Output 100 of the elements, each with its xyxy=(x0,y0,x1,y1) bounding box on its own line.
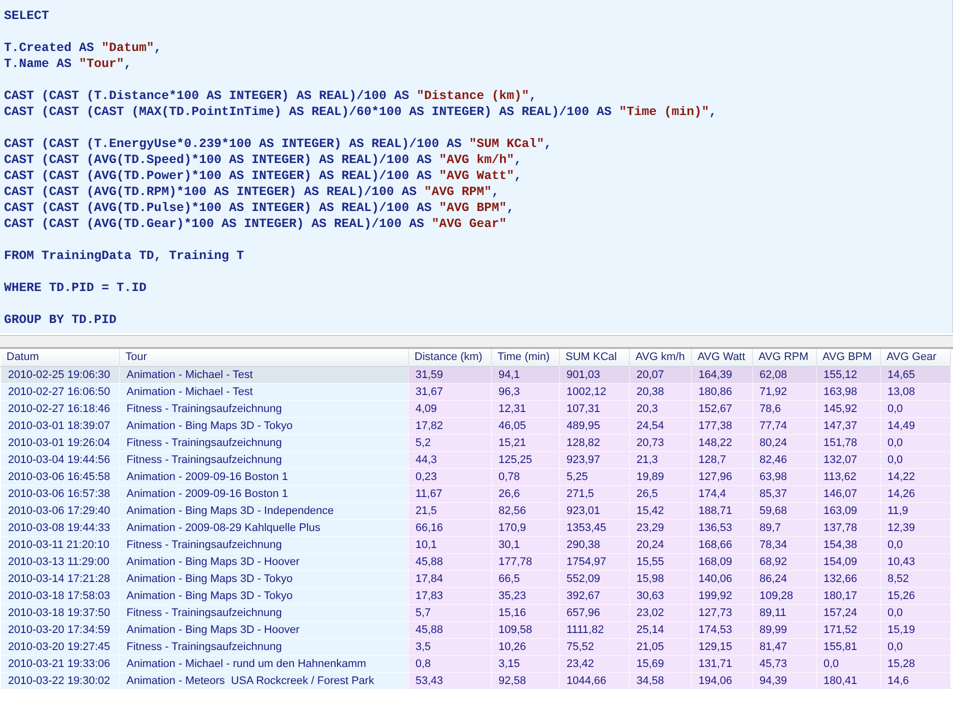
table-cell: 168,09 xyxy=(691,553,752,570)
table-cell: Animation - Bing Maps 3D - Tokyo xyxy=(119,570,408,587)
sql-editor[interactable] xyxy=(0,0,953,333)
column-header[interactable]: Time (min) xyxy=(491,349,559,366)
column-header[interactable]: Tour xyxy=(119,349,408,366)
table-cell: Animation - Michael - Test xyxy=(119,383,408,400)
table-cell: 5,7 xyxy=(408,604,491,621)
table-cell: 2010-03-11 21:20:10 xyxy=(0,536,119,553)
table-cell: Fitness - Trainingsaufzeichnung xyxy=(119,451,408,468)
table-cell: 19,89 xyxy=(629,468,691,485)
table-cell: 17,82 xyxy=(408,417,491,434)
table-cell: 82,46 xyxy=(752,451,816,468)
table-cell: 11,67 xyxy=(408,485,491,502)
table-cell: 21,5 xyxy=(408,502,491,519)
table-cell: 78,6 xyxy=(752,400,816,417)
table-cell: 2010-03-01 19:26:04 xyxy=(0,434,119,451)
table-cell: 14,65 xyxy=(880,366,950,383)
table-cell: 14,22 xyxy=(880,468,950,485)
table-cell: 163,98 xyxy=(816,383,880,400)
code-line: WHERE TD.PID = T.ID xyxy=(4,280,147,296)
table-cell: 155,12 xyxy=(816,366,880,383)
column-header[interactable]: AVG km/h xyxy=(629,349,691,366)
column-header[interactable]: Distance (km) xyxy=(408,349,491,366)
table-cell: 13,08 xyxy=(880,383,950,400)
table-cell: 0,0 xyxy=(880,638,950,655)
table-cell: 66,16 xyxy=(408,519,491,536)
table-cell: 77,74 xyxy=(752,417,816,434)
table-cell: 1111,82 xyxy=(559,621,629,638)
table-cell: 2010-03-01 18:39:07 xyxy=(0,417,119,434)
table-cell: Animation - Bing Maps 3D - Independence xyxy=(119,502,408,519)
table-cell: 2010-03-14 17:21:28 xyxy=(0,570,119,587)
table-cell: 4,09 xyxy=(408,400,491,417)
table-cell: 62,08 xyxy=(752,366,816,383)
column-header[interactable]: AVG Watt xyxy=(691,349,752,366)
table-cell: 80,24 xyxy=(752,434,816,451)
table-cell: 10,26 xyxy=(491,638,559,655)
code-line: T.Created AS "Datum", xyxy=(4,40,162,56)
table-cell: 2010-03-18 17:58:03 xyxy=(0,587,119,604)
table-cell: Animation - Michael - Test xyxy=(119,366,408,383)
table-cell: 177,38 xyxy=(691,417,752,434)
table-cell: 24,54 xyxy=(629,417,691,434)
table-cell: 0,0 xyxy=(816,655,880,672)
table-cell: 89,7 xyxy=(752,519,816,536)
table-cell: 15,28 xyxy=(880,655,950,672)
table-cell: Animation - Bing Maps 3D - Tokyo xyxy=(119,587,408,604)
code-line: FROM TrainingData TD, Training T xyxy=(4,248,244,264)
table-cell: 2010-03-08 19:44:33 xyxy=(0,519,119,536)
table-cell: 113,62 xyxy=(816,468,880,485)
table-cell: 147,37 xyxy=(816,417,880,434)
table-cell: 20,07 xyxy=(629,366,691,383)
column-header[interactable]: Datum xyxy=(0,349,119,366)
table-cell: 20,3 xyxy=(629,400,691,417)
table-cell: 174,53 xyxy=(691,621,752,638)
table-cell: 12,39 xyxy=(880,519,950,536)
column-header[interactable]: AVG BPM xyxy=(816,349,880,366)
table-cell: 2010-03-21 19:33:06 xyxy=(0,655,119,672)
table-cell: 154,09 xyxy=(816,553,880,570)
table-cell: 0,0 xyxy=(880,434,950,451)
table-cell: 107,31 xyxy=(559,400,629,417)
table-cell: 3,5 xyxy=(408,638,491,655)
table-cell: 66,5 xyxy=(491,570,559,587)
table-cell: 17,83 xyxy=(408,587,491,604)
table-cell: 25,14 xyxy=(629,621,691,638)
table-cell: 657,96 xyxy=(559,604,629,621)
column-header[interactable]: AVG RPM xyxy=(752,349,816,366)
table-cell: 89,99 xyxy=(752,621,816,638)
table-cell: 20,24 xyxy=(629,536,691,553)
table-cell: 164,39 xyxy=(691,366,752,383)
table-cell: 81,47 xyxy=(752,638,816,655)
table-cell: 94,39 xyxy=(752,672,816,689)
table-cell: Animation - Meteors USA Rockcreek / Forest Park xyxy=(119,672,408,689)
table-cell: Animation - Michael - rund um den Hahnenkamm xyxy=(119,655,408,672)
table-cell: 136,53 xyxy=(691,519,752,536)
table-cell: 10,1 xyxy=(408,536,491,553)
table-cell: 392,67 xyxy=(559,587,629,604)
table-cell: 45,73 xyxy=(752,655,816,672)
table-cell: 140,06 xyxy=(691,570,752,587)
table-cell: 5,25 xyxy=(559,468,629,485)
table-cell: 20,38 xyxy=(629,383,691,400)
table-cell: 129,15 xyxy=(691,638,752,655)
table-cell: 35,23 xyxy=(491,587,559,604)
table-cell: 168,66 xyxy=(691,536,752,553)
table-cell: 15,98 xyxy=(629,570,691,587)
table-cell: 31,59 xyxy=(408,366,491,383)
table-cell: 63,98 xyxy=(752,468,816,485)
table-cell: 30,63 xyxy=(629,587,691,604)
table-cell: 15,16 xyxy=(491,604,559,621)
table-cell: 1002,12 xyxy=(559,383,629,400)
table-cell: 2010-03-20 19:27:45 xyxy=(0,638,119,655)
column-header[interactable]: SUM KCal xyxy=(559,349,629,366)
table-cell: Animation - Bing Maps 3D - Hoover xyxy=(119,621,408,638)
table-cell: 14,26 xyxy=(880,485,950,502)
column-header[interactable]: AVG Gear xyxy=(880,349,950,366)
table-cell: 290,38 xyxy=(559,536,629,553)
table-cell: 489,95 xyxy=(559,417,629,434)
table-cell: 199,92 xyxy=(691,587,752,604)
table-cell: 109,58 xyxy=(491,621,559,638)
table-cell: 15,55 xyxy=(629,553,691,570)
table-cell: 174,4 xyxy=(691,485,752,502)
table-cell: 15,69 xyxy=(629,655,691,672)
